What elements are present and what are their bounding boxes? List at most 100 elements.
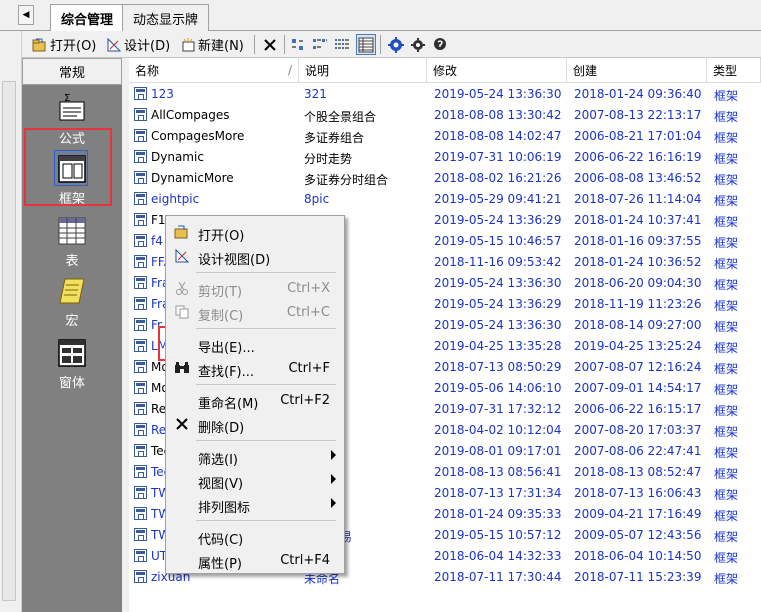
row-cell-modified: 2019-05-24 13:36:30	[434, 276, 562, 290]
column-header-created[interactable]: 创建	[567, 58, 707, 83]
toolbar: 打开(O) 设计(D) 新建(N)	[22, 31, 761, 58]
row-cell-type: 框架	[714, 110, 739, 124]
menu-item-design-view[interactable]: 设计视图(D)	[168, 245, 342, 268]
table-row[interactable]: CompagesMore 多证券组合 2018-08-08 14:02:47 2006…	[129, 126, 761, 147]
delete-x-icon	[174, 416, 190, 432]
design-button[interactable]: 设计(D)	[106, 34, 170, 55]
table-row[interactable]: DynamicMore 多证券分时组合 2018-08-02 16:21:26 200…	[129, 168, 761, 189]
tab-label: 动态显示牌	[133, 12, 199, 28]
panel-splitter[interactable]	[122, 58, 129, 612]
list-view-button[interactable]	[334, 34, 350, 55]
scissors-icon	[174, 280, 190, 296]
frame-file-icon	[134, 507, 147, 520]
row-cell-desc: 多证券组合	[304, 131, 365, 145]
row-cell-type: 框架	[714, 488, 739, 502]
menu-item-rename[interactable]: 重命名(M) Ctrl+F2	[168, 389, 342, 412]
large-icons-view-button[interactable]	[290, 34, 306, 55]
open-button-label: 打开(O)	[50, 39, 97, 54]
menu-item-label: 筛选(I)	[198, 453, 238, 468]
row-cell-type: 框架	[714, 257, 739, 271]
menu-item-label: 属性(P)	[198, 557, 242, 572]
row-cell-desc: 多证券分时组合	[304, 173, 389, 187]
menu-item-delete[interactable]: 删除(D)	[168, 413, 342, 436]
tab-comprehensive-management[interactable]: 综合管理	[50, 4, 125, 32]
help-button[interactable]	[432, 34, 448, 55]
menu-item-label: 删除(D)	[198, 421, 245, 436]
menu-separator	[196, 328, 336, 329]
options-button[interactable]	[410, 34, 426, 55]
column-header-type[interactable]: 类型	[707, 58, 761, 83]
row-cell-type: 框架	[714, 278, 739, 292]
frame-file-icon	[134, 360, 147, 373]
open-button[interactable]: 打开(O)	[32, 34, 96, 55]
menu-item-copy[interactable]: 复制(C) Ctrl+C	[168, 301, 342, 324]
column-header-label: 创建	[573, 63, 598, 78]
column-header-modified[interactable]: 修改	[427, 58, 567, 83]
small-icons-view-button[interactable]	[312, 34, 328, 55]
row-cell-created: 2006-08-21 17:01:04	[574, 129, 702, 143]
table-row[interactable]: Dynamic 分时走势 2019-07-31 10:06:19 2006-06-22…	[129, 147, 761, 168]
frame-file-icon	[134, 213, 147, 226]
sidebar-item-table[interactable]: 表	[22, 216, 122, 269]
row-cell-desc: 8pic	[304, 192, 330, 206]
new-button[interactable]: 新建(N)	[180, 34, 244, 55]
toolbar-separator	[284, 35, 285, 54]
column-header-description[interactable]: 说明	[299, 58, 427, 83]
design-icon	[174, 248, 190, 264]
table-row[interactable]: eightpic 8pic 2019-05-29 09:41:21 2018-07-2…	[129, 189, 761, 210]
tab-dynamic-display[interactable]: 动态显示牌	[122, 4, 210, 31]
menu-separator	[196, 272, 336, 273]
sidebar-item-form[interactable]: 窗体	[22, 338, 122, 391]
menu-item-open[interactable]: 打开(O)	[168, 221, 342, 244]
menu-item-code[interactable]: 代码(C)	[168, 525, 342, 548]
row-cell-modified: 2019-07-31 17:32:12	[434, 402, 562, 416]
frame-file-icon	[134, 87, 147, 100]
form-icon	[57, 338, 87, 368]
row-cell-name: eightpic	[151, 192, 200, 206]
large-icons-view-icon	[290, 37, 306, 53]
row-cell-modified: 2019-04-25 13:35:28	[434, 339, 562, 353]
settings-button[interactable]	[388, 34, 404, 55]
column-header-label: 修改	[433, 63, 458, 78]
gear-icon	[388, 36, 404, 53]
frame-file-icon	[134, 171, 147, 184]
cog-icon	[410, 37, 426, 53]
menu-item-arrange-icons[interactable]: 排列图标	[168, 493, 342, 516]
row-cell-created: 2009-05-07 12:43:56	[574, 528, 702, 542]
frame-file-icon	[134, 108, 147, 121]
submenu-arrow-icon	[331, 474, 336, 484]
menu-item-shortcut: Ctrl+F4	[280, 553, 330, 568]
column-header-label: 类型	[713, 63, 738, 78]
table-row[interactable]: 123 321 2019-05-24 13:36:30 2018-01-24 09:3…	[129, 84, 761, 105]
menu-item-filter[interactable]: 筛选(I)	[168, 445, 342, 468]
row-cell-type: 框架	[714, 446, 739, 460]
menu-item-find[interactable]: 查找(F)... Ctrl+F	[168, 357, 342, 380]
frame-file-icon	[134, 318, 147, 331]
menu-item-export[interactable]: 导出(E)...	[168, 333, 342, 356]
row-cell-name: CompagesMore	[151, 129, 245, 143]
table-icon	[57, 216, 87, 246]
left-edge-panel	[0, 31, 22, 612]
row-cell-type: 框架	[714, 89, 739, 103]
list-view-icon	[334, 37, 350, 53]
row-cell-type: 框架	[714, 404, 739, 418]
row-cell-created: 2018-08-14 09:27:00	[574, 318, 702, 332]
tab-scroll-left-button[interactable]: ◀	[18, 5, 34, 25]
details-view-button[interactable]	[356, 34, 376, 55]
sidebar-header[interactable]: 常规	[22, 58, 122, 85]
vertical-scrollbar[interactable]	[2, 81, 16, 601]
sidebar-item-macro[interactable]: 宏	[22, 276, 122, 329]
menu-item-view[interactable]: 视图(V)	[168, 469, 342, 492]
row-cell-created: 2006-06-22 16:16:19	[574, 150, 702, 164]
column-header-name[interactable]: 名称 /	[129, 58, 299, 83]
row-cell-type: 框架	[714, 467, 739, 481]
row-cell-modified: 2018-07-13 08:50:29	[434, 360, 562, 374]
menu-item-properties[interactable]: 属性(P) Ctrl+F4	[168, 549, 342, 572]
frame-file-icon	[134, 276, 147, 289]
row-cell-modified: 2019-05-15 10:57:12	[434, 528, 562, 542]
menu-item-cut[interactable]: 剪切(T) Ctrl+X	[168, 277, 342, 300]
table-row[interactable]: AllCompages 个股全景组合 2018-08-08 13:30:42 2007…	[129, 105, 761, 126]
delete-toolbar-button[interactable]	[262, 34, 278, 55]
row-cell-created: 2018-01-24 10:36:52	[574, 255, 702, 269]
row-cell-created: 2018-01-24 10:37:41	[574, 213, 702, 227]
